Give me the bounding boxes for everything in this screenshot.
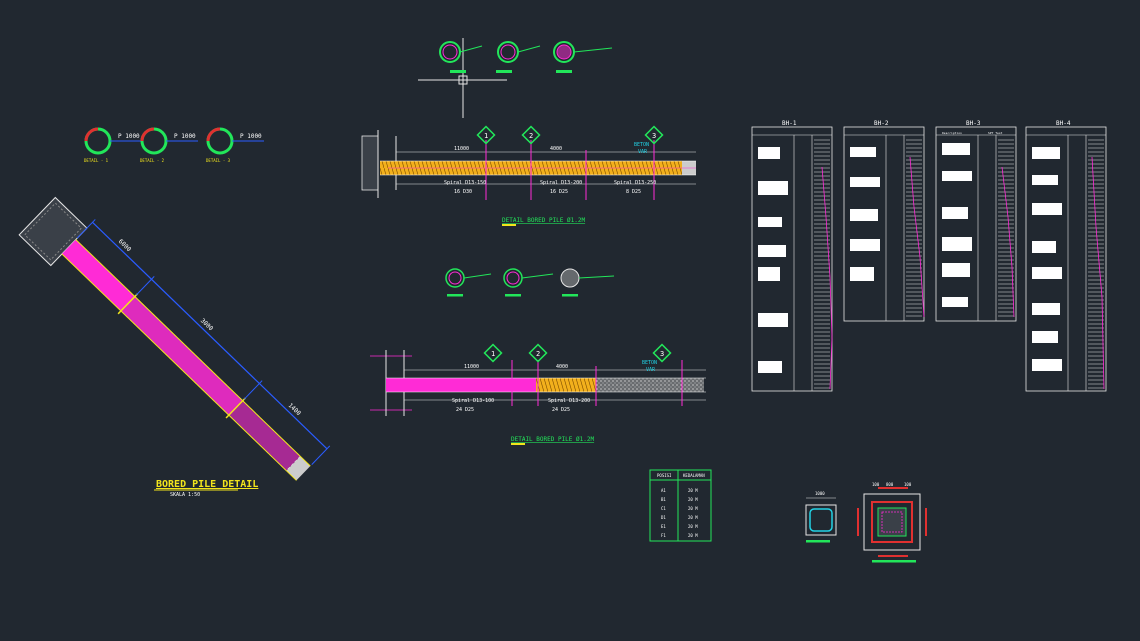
- section-label-3: P 1000: [240, 133, 262, 140]
- bored-pile-detail-title: BORED PILE DETAIL: [156, 479, 258, 490]
- cad-crosshair-cursor: [418, 38, 507, 118]
- pile2-spiral-2: Spiral D13-200: [548, 398, 590, 404]
- bored-pile-detail-2: 1 2 3 11000 4000 BETON VAR Spiral D13-10…: [370, 343, 706, 445]
- bored-pile-detail-scale: SKALA 1:50: [170, 492, 200, 498]
- pile2-bottom-dim-1: 24 D25: [456, 407, 474, 413]
- section-label-1: P 1000: [118, 133, 140, 140]
- table-row-1-depth: 20 M: [688, 488, 698, 493]
- inclined-dim-1: 6000: [117, 238, 133, 253]
- pile1-top-dim-3: BETON: [634, 142, 649, 148]
- pile1-marker-2: 2: [529, 132, 533, 140]
- table-header-posisi: POSISI: [657, 473, 672, 478]
- pile2-bottom-dim-2: 24 D25: [552, 407, 570, 413]
- cap-small-dim: 1000: [815, 491, 825, 496]
- bh3-title: BH-3: [966, 120, 981, 127]
- pile2-top-dim-4: VAR: [646, 367, 656, 373]
- bh3-header-spt: SPT Test: [988, 131, 1003, 135]
- bh4-title: BH-4: [1056, 120, 1071, 127]
- pile1-marker-1: 1: [484, 132, 488, 140]
- pile2-title: DETAIL BORED PILE Ø1.2M: [511, 436, 594, 443]
- inclined-dim-2: 3000: [199, 317, 215, 332]
- pile1-top-dim-2: 4000: [550, 146, 562, 152]
- section-label-2: P 1000: [174, 133, 196, 140]
- bh2-title: BH-2: [874, 120, 889, 127]
- pile1-spiral-1: Spiral D13-150: [444, 180, 486, 186]
- top-center-sections: [439, 41, 613, 73]
- pile2-spiral-1: Spiral D13-100: [452, 398, 494, 404]
- inclined-dim-3: 1400: [287, 402, 303, 417]
- borehole-logs: Description SPT Test BH-1 BH-2 BH-3 BH-4: [751, 120, 1107, 392]
- table-row-2-pos: B1: [661, 497, 666, 502]
- pile1-top-dim-1: 11000: [454, 146, 469, 152]
- middle-sections: [445, 268, 615, 297]
- section-tag-3: DETAIL - 3: [206, 158, 231, 163]
- pile1-bottom-dim-2: 16 D25: [550, 189, 568, 195]
- pile1-bottom-dim-1: 16 D30: [454, 189, 472, 195]
- table-row-3-depth: 20 M: [688, 506, 698, 511]
- pile2-top-dim-3: BETON: [642, 360, 657, 366]
- table-row-1-pos: A1: [661, 488, 666, 493]
- table-row-2-depth: 20 M: [688, 497, 698, 502]
- pile1-marker-3: 3: [652, 132, 656, 140]
- cap-large-dim-3: 100: [904, 482, 912, 487]
- pile2-marker-3: 3: [660, 350, 664, 358]
- pile2-marker-1: 1: [491, 350, 495, 358]
- pile2-top-dim-1: 11000: [464, 364, 479, 370]
- table-row-5-depth: 20 M: [688, 524, 698, 529]
- pile1-spiral-2: Spiral D13-200: [540, 180, 582, 186]
- inclined-bored-pile-detail: 6000 3000 1400 BORED PILE DETAIL SKALA 1…: [18, 196, 331, 498]
- pile1-title: DETAIL BORED PILE Ø1.2M: [502, 217, 585, 224]
- pile-cap-small: 1000: [805, 491, 837, 543]
- table-row-4-pos: D1: [661, 515, 666, 520]
- table-row-5-pos: E1: [661, 524, 666, 529]
- section-tag-1: DETAIL - 1: [84, 158, 109, 163]
- bored-pile-detail-1: 1 2 3 11000 4000 BETON VAR Spiral D13-15…: [361, 125, 696, 226]
- cap-large-dim-1: 100: [872, 482, 880, 487]
- pile-cap-large: 100 800 100: [857, 482, 927, 563]
- pile2-top-dim-2: 4000: [556, 364, 568, 370]
- pile1-spiral-3: Spiral D13-250: [614, 180, 656, 186]
- depth-table: POSISI KEDALAMAN A1 20 M B1 20 M C1 20 M…: [649, 469, 712, 542]
- table-row-6-depth: 20 M: [688, 533, 698, 538]
- pile1-top-dim-4: VAR: [638, 149, 648, 155]
- table-header-kedalaman: KEDALAMAN: [683, 473, 705, 478]
- bh1-title: BH-1: [782, 120, 797, 127]
- pile2-marker-2: 2: [536, 350, 540, 358]
- section-tag-2: DETAIL - 2: [140, 158, 165, 163]
- cap-large-dim-2: 800: [886, 482, 894, 487]
- table-row-4-depth: 20 M: [688, 515, 698, 520]
- cad-drawing-canvas[interactable]: P 1000 DETAIL - 1 P 1000 DETAIL - 2 P 10…: [0, 0, 1140, 641]
- bh3-header-description: Description: [942, 131, 962, 135]
- table-row-6-pos: F1: [661, 533, 666, 538]
- table-row-3-pos: C1: [661, 506, 666, 511]
- top-left-sections: P 1000 DETAIL - 1 P 1000 DETAIL - 2 P 10…: [84, 127, 264, 163]
- pile1-bottom-dim-3: 8 D25: [626, 189, 641, 195]
